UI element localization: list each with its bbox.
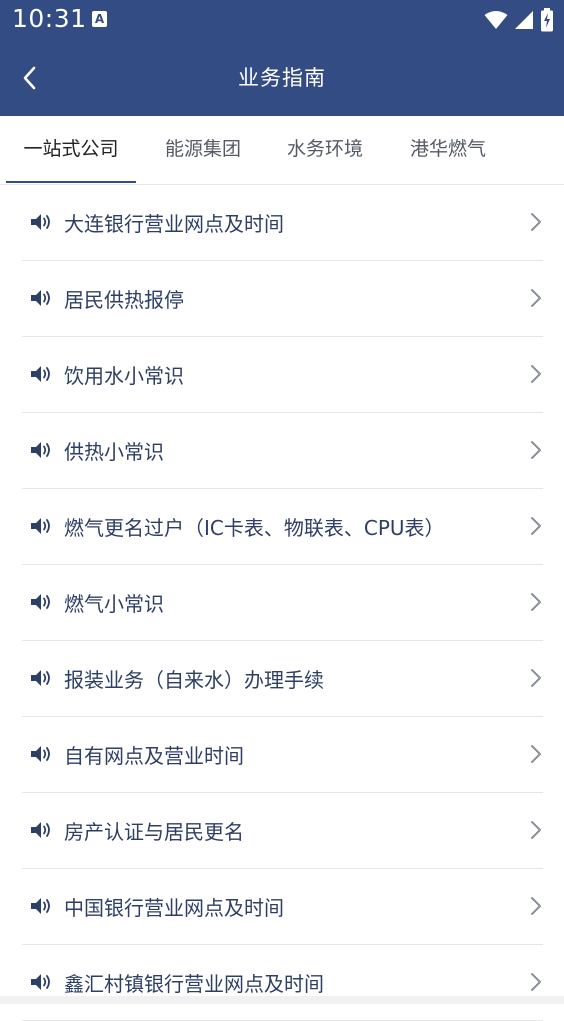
list-item[interactable]: 报装业务（自来水）办理手续 [22, 641, 543, 717]
speaker-icon [31, 518, 50, 534]
speaker-icon [31, 974, 50, 990]
tab-bar: 一站式公司 能源集团 水务环境 港华燃气 [0, 116, 564, 185]
chevron-right-icon [531, 289, 541, 307]
speaker-icon [31, 898, 50, 914]
speaker-icon [31, 670, 50, 686]
list-item-label: 燃气更名过户（IC卡表、物联表、CPU表） [64, 516, 445, 540]
list-item-label: 大连银行营业网点及时间 [64, 212, 284, 236]
signal-icon [515, 11, 533, 29]
list-item[interactable]: 中国银行营业网点及时间 [22, 869, 543, 945]
list-item-label: 中国银行营业网点及时间 [64, 896, 284, 920]
tab-energy-group[interactable]: 能源集团 [148, 116, 258, 184]
chevron-right-icon [531, 365, 541, 383]
list-item[interactable]: 燃气更名过户（IC卡表、物联表、CPU表） [22, 489, 543, 565]
speaker-icon [31, 822, 50, 838]
wifi-icon [484, 11, 508, 29]
active-tab-indicator [6, 181, 136, 183]
speaker-icon [31, 746, 50, 762]
list-item[interactable]: 鑫汇村镇银行营业网点及时间 [22, 945, 543, 1021]
status-bar: 10:31 A [0, 0, 564, 40]
chevron-right-icon [531, 441, 541, 459]
list-item-label: 自有网点及营业时间 [64, 744, 244, 768]
chevron-right-icon [531, 973, 541, 991]
chevron-right-icon [531, 821, 541, 839]
list-item-label: 鑫汇村镇银行营业网点及时间 [64, 972, 324, 996]
page-title: 业务指南 [238, 66, 326, 90]
list-item-label: 居民供热报停 [64, 288, 184, 312]
tab-water-environment[interactable]: 水务环境 [270, 116, 380, 184]
list-item[interactable]: 供热小常识 [22, 413, 543, 489]
list-item[interactable]: 房产认证与居民更名 [22, 793, 543, 869]
list-item[interactable]: 饮用水小常识 [22, 337, 543, 413]
speaker-icon [31, 366, 50, 382]
list-item[interactable]: 居民供热报停 [22, 261, 543, 337]
chevron-right-icon [531, 745, 541, 763]
app-notification-icon: A [92, 11, 107, 27]
tab-towngas[interactable]: 港华燃气 [392, 116, 504, 184]
speaker-icon [31, 442, 50, 458]
list-item[interactable]: 燃气小常识 [22, 565, 543, 641]
app-bar: 业务指南 [0, 40, 564, 116]
chevron-right-icon [531, 213, 541, 231]
chevron-right-icon [531, 897, 541, 915]
speaker-icon [31, 214, 50, 230]
tab-one-stop-company[interactable]: 一站式公司 [6, 116, 136, 184]
chevron-right-icon [531, 517, 541, 535]
chevron-right-icon [531, 593, 541, 611]
status-time: 10:31 [12, 4, 87, 33]
speaker-icon [31, 594, 50, 610]
list-item[interactable]: 自有网点及营业时间 [22, 717, 543, 793]
status-indicators [484, 8, 554, 32]
chevron-right-icon [531, 669, 541, 687]
guide-list: 大连银行营业网点及时间 居民供热报停 饮用水小常识 供热小常识燃气更名过户（IC卡表、… [0, 185, 564, 1021]
list-item-label: 房产认证与居民更名 [64, 820, 244, 844]
list-item-label: 报装业务（自来水）办理手续 [64, 668, 324, 692]
list-item-label: 燃气小常识 [64, 592, 164, 616]
bottom-edge [0, 996, 564, 1004]
speaker-icon [31, 290, 50, 306]
list-item[interactable]: 大连银行营业网点及时间 [22, 185, 543, 261]
list-item-label: 饮用水小常识 [64, 364, 184, 388]
battery-icon [541, 8, 553, 32]
list-item-label: 供热小常识 [64, 440, 164, 464]
